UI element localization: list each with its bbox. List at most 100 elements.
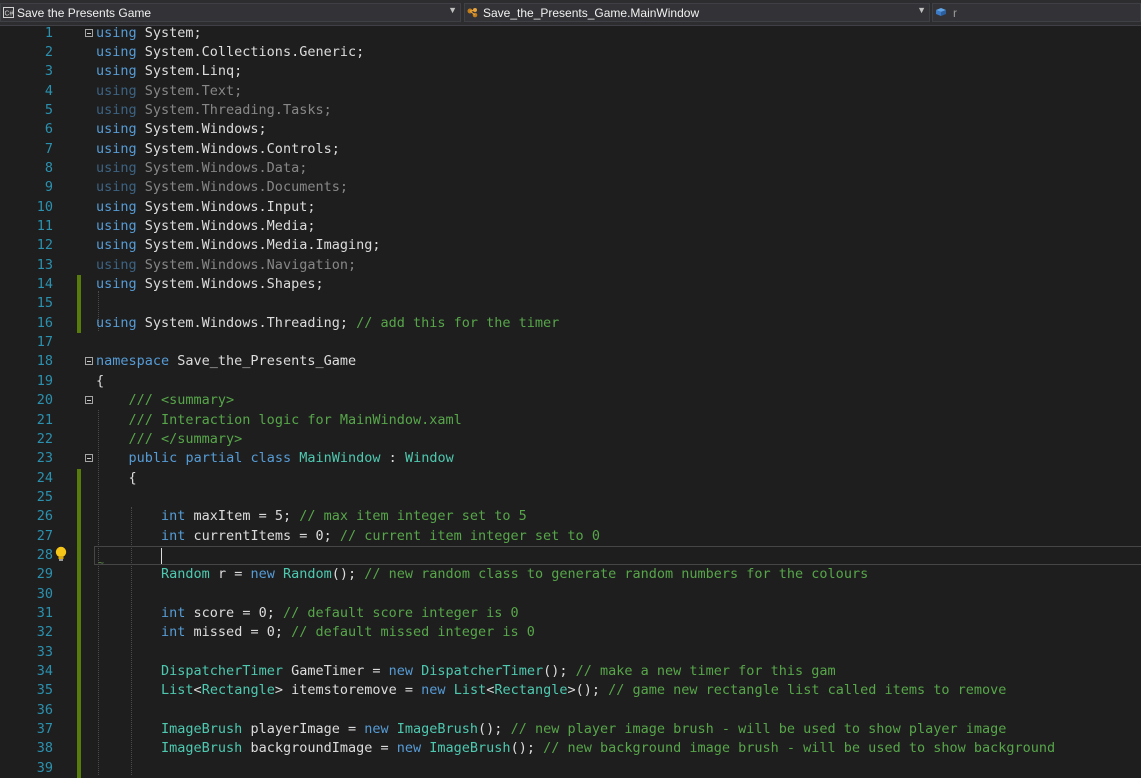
code-line[interactable]: 36 <box>0 700 1141 721</box>
line-number: 13 <box>36 256 53 273</box>
code-text: { <box>96 372 105 389</box>
line-number: 1 <box>44 24 53 41</box>
member-dropdown[interactable]: r <box>932 3 1141 22</box>
code-line[interactable]: 14 using System.Windows.Shapes; <box>0 275 1141 295</box>
change-marker <box>77 313 81 334</box>
code-line[interactable]: 1 using System; <box>0 24 1141 43</box>
code-text: using System.Windows.Media.Imaging; <box>96 237 381 254</box>
code-line[interactable]: 16 using System.Windows.Threading; // add… <box>0 313 1141 334</box>
change-marker <box>77 275 81 295</box>
line-number: 34 <box>36 663 53 680</box>
code-text: using System.Windows.Shapes; <box>96 276 324 293</box>
code-line[interactable]: 33 <box>0 642 1141 663</box>
change-marker <box>77 545 81 566</box>
navigation-bar: C# Save the Presents Game ▼ Save_the_Pre… <box>0 0 1141 26</box>
line-number: 26 <box>36 508 53 525</box>
field-icon <box>936 8 946 16</box>
code-text: int missed = 0; // default missed intege… <box>161 624 535 641</box>
line-number: 39 <box>36 759 53 776</box>
change-marker <box>77 662 81 682</box>
chevron-down-icon: ▼ <box>917 5 926 15</box>
change-marker <box>77 642 81 663</box>
collapse-icon[interactable] <box>85 396 93 405</box>
change-marker <box>77 487 81 508</box>
change-marker <box>77 758 81 778</box>
code-line[interactable]: 37 ImageBrush playerImage = new ImageBru… <box>0 720 1141 740</box>
code-line[interactable]: 18 namespace Save_the_Presents_Game <box>0 352 1141 371</box>
code-line[interactable]: 17 <box>0 333 1141 352</box>
lightbulb-icon[interactable] <box>54 546 68 562</box>
code-line[interactable]: 6 using System.Windows; <box>0 120 1141 139</box>
code-line[interactable]: 24 { <box>0 468 1141 488</box>
code-line[interactable]: 32 int missed = 0; // default missed int… <box>0 623 1141 643</box>
line-number: 38 <box>36 740 53 757</box>
code-line[interactable]: 25 <box>0 487 1141 508</box>
change-marker <box>77 681 81 701</box>
code-text: /// <summary> <box>128 392 235 409</box>
code-line[interactable]: 9 using System.Windows.Documents; <box>0 178 1141 197</box>
suggestion-squiggle: ~ <box>98 558 105 569</box>
line-number: 20 <box>36 392 53 409</box>
line-number: 24 <box>36 469 53 486</box>
code-text: DispatcherTimer GameTimer = new Dispatch… <box>161 663 836 680</box>
code-line[interactable]: 35 List<Rectangle> itemstoremove = new L… <box>0 681 1141 701</box>
code-editor[interactable]: 1 using System; 2 using System.Collections.… <box>0 24 1141 778</box>
type-dropdown[interactable]: Save_the_Presents_Game.MainWindow ▼ <box>464 3 930 22</box>
code-text: using System; <box>96 24 202 41</box>
change-marker <box>77 700 81 721</box>
code-text: public partial class MainWindow : Window <box>128 450 454 467</box>
code-line[interactable]: 31 int score = 0; // default score integ… <box>0 604 1141 624</box>
project-dropdown[interactable]: C# Save the Presents Game ▼ <box>0 3 461 22</box>
collapse-icon[interactable] <box>85 28 93 37</box>
code-line[interactable]: 2 using System.Collections.Generic; <box>0 43 1141 62</box>
line-number: 6 <box>44 121 53 138</box>
line-number: 4 <box>44 82 53 99</box>
line-number: 12 <box>36 237 53 254</box>
line-number: 36 <box>36 701 53 718</box>
code-line[interactable]: 21 /// Interaction logic for MainWindow.… <box>0 411 1141 430</box>
line-number: 29 <box>36 566 53 583</box>
line-number: 22 <box>36 430 53 447</box>
code-line[interactable]: 26 int maxItem = 5; // max item integer … <box>0 507 1141 527</box>
code-text: { <box>96 469 137 486</box>
code-line[interactable]: 4 using System.Text; <box>0 82 1141 101</box>
code-line[interactable]: 8 using System.Windows.Data; <box>0 159 1141 178</box>
code-text: int score = 0; // default score integer … <box>161 605 519 621</box>
code-line[interactable]: 29 Random r = new Random(); // new rando… <box>0 565 1141 585</box>
code-line[interactable]: 34 DispatcherTimer GameTimer = new Dispa… <box>0 662 1141 682</box>
code-line[interactable]: 3 using System.Linq; <box>0 62 1141 81</box>
chevron-down-icon: ▼ <box>448 5 457 15</box>
svg-text:C#: C# <box>5 11 14 18</box>
code-text: using System.Windows.Controls; <box>96 140 340 157</box>
code-line[interactable]: 5 using System.Threading.Tasks; <box>0 101 1141 120</box>
code-line[interactable]: 22 /// </summary> <box>0 430 1141 449</box>
line-number: 35 <box>36 682 53 699</box>
code-line[interactable]: 30 <box>0 584 1141 604</box>
code-line[interactable]: 10 using System.Windows.Input; <box>0 198 1141 217</box>
code-line[interactable]: 7 using System.Windows.Controls; <box>0 140 1141 159</box>
code-line[interactable]: 23 public partial class MainWindow : Win… <box>0 449 1141 468</box>
line-number: 28 <box>36 546 53 563</box>
line-number: 19 <box>36 372 53 389</box>
code-line[interactable]: 28 <box>0 545 1141 566</box>
code-text: /// Interaction logic for MainWindow.xam… <box>128 411 462 428</box>
code-line[interactable]: 19 { <box>0 372 1141 391</box>
code-line[interactable]: 13 using System.Windows.Navigation; <box>0 256 1141 275</box>
code-line[interactable]: 11 using System.Windows.Media; <box>0 217 1141 236</box>
line-number: 17 <box>36 334 53 351</box>
code-line[interactable]: 39 <box>0 758 1141 778</box>
code-line[interactable]: 38 ImageBrush backgroundImage = new Imag… <box>0 739 1141 759</box>
class-name: Save_the_Presents_Game.MainWindow <box>483 6 700 20</box>
member-name: r <box>953 6 957 20</box>
collapse-icon[interactable] <box>85 357 93 366</box>
line-number: 27 <box>36 527 53 544</box>
code-line[interactable]: 20 /// <summary> <box>0 391 1141 410</box>
line-number: 7 <box>44 140 53 157</box>
collapse-icon[interactable] <box>85 454 93 463</box>
change-marker <box>77 526 81 546</box>
code-line[interactable]: 27 int currentItems = 0; // current item… <box>0 526 1141 546</box>
line-number: 5 <box>44 101 53 118</box>
code-line[interactable]: 12 using System.Windows.Media.Imaging; <box>0 236 1141 255</box>
code-line[interactable]: 15 <box>0 294 1141 314</box>
line-number: 21 <box>36 411 53 428</box>
